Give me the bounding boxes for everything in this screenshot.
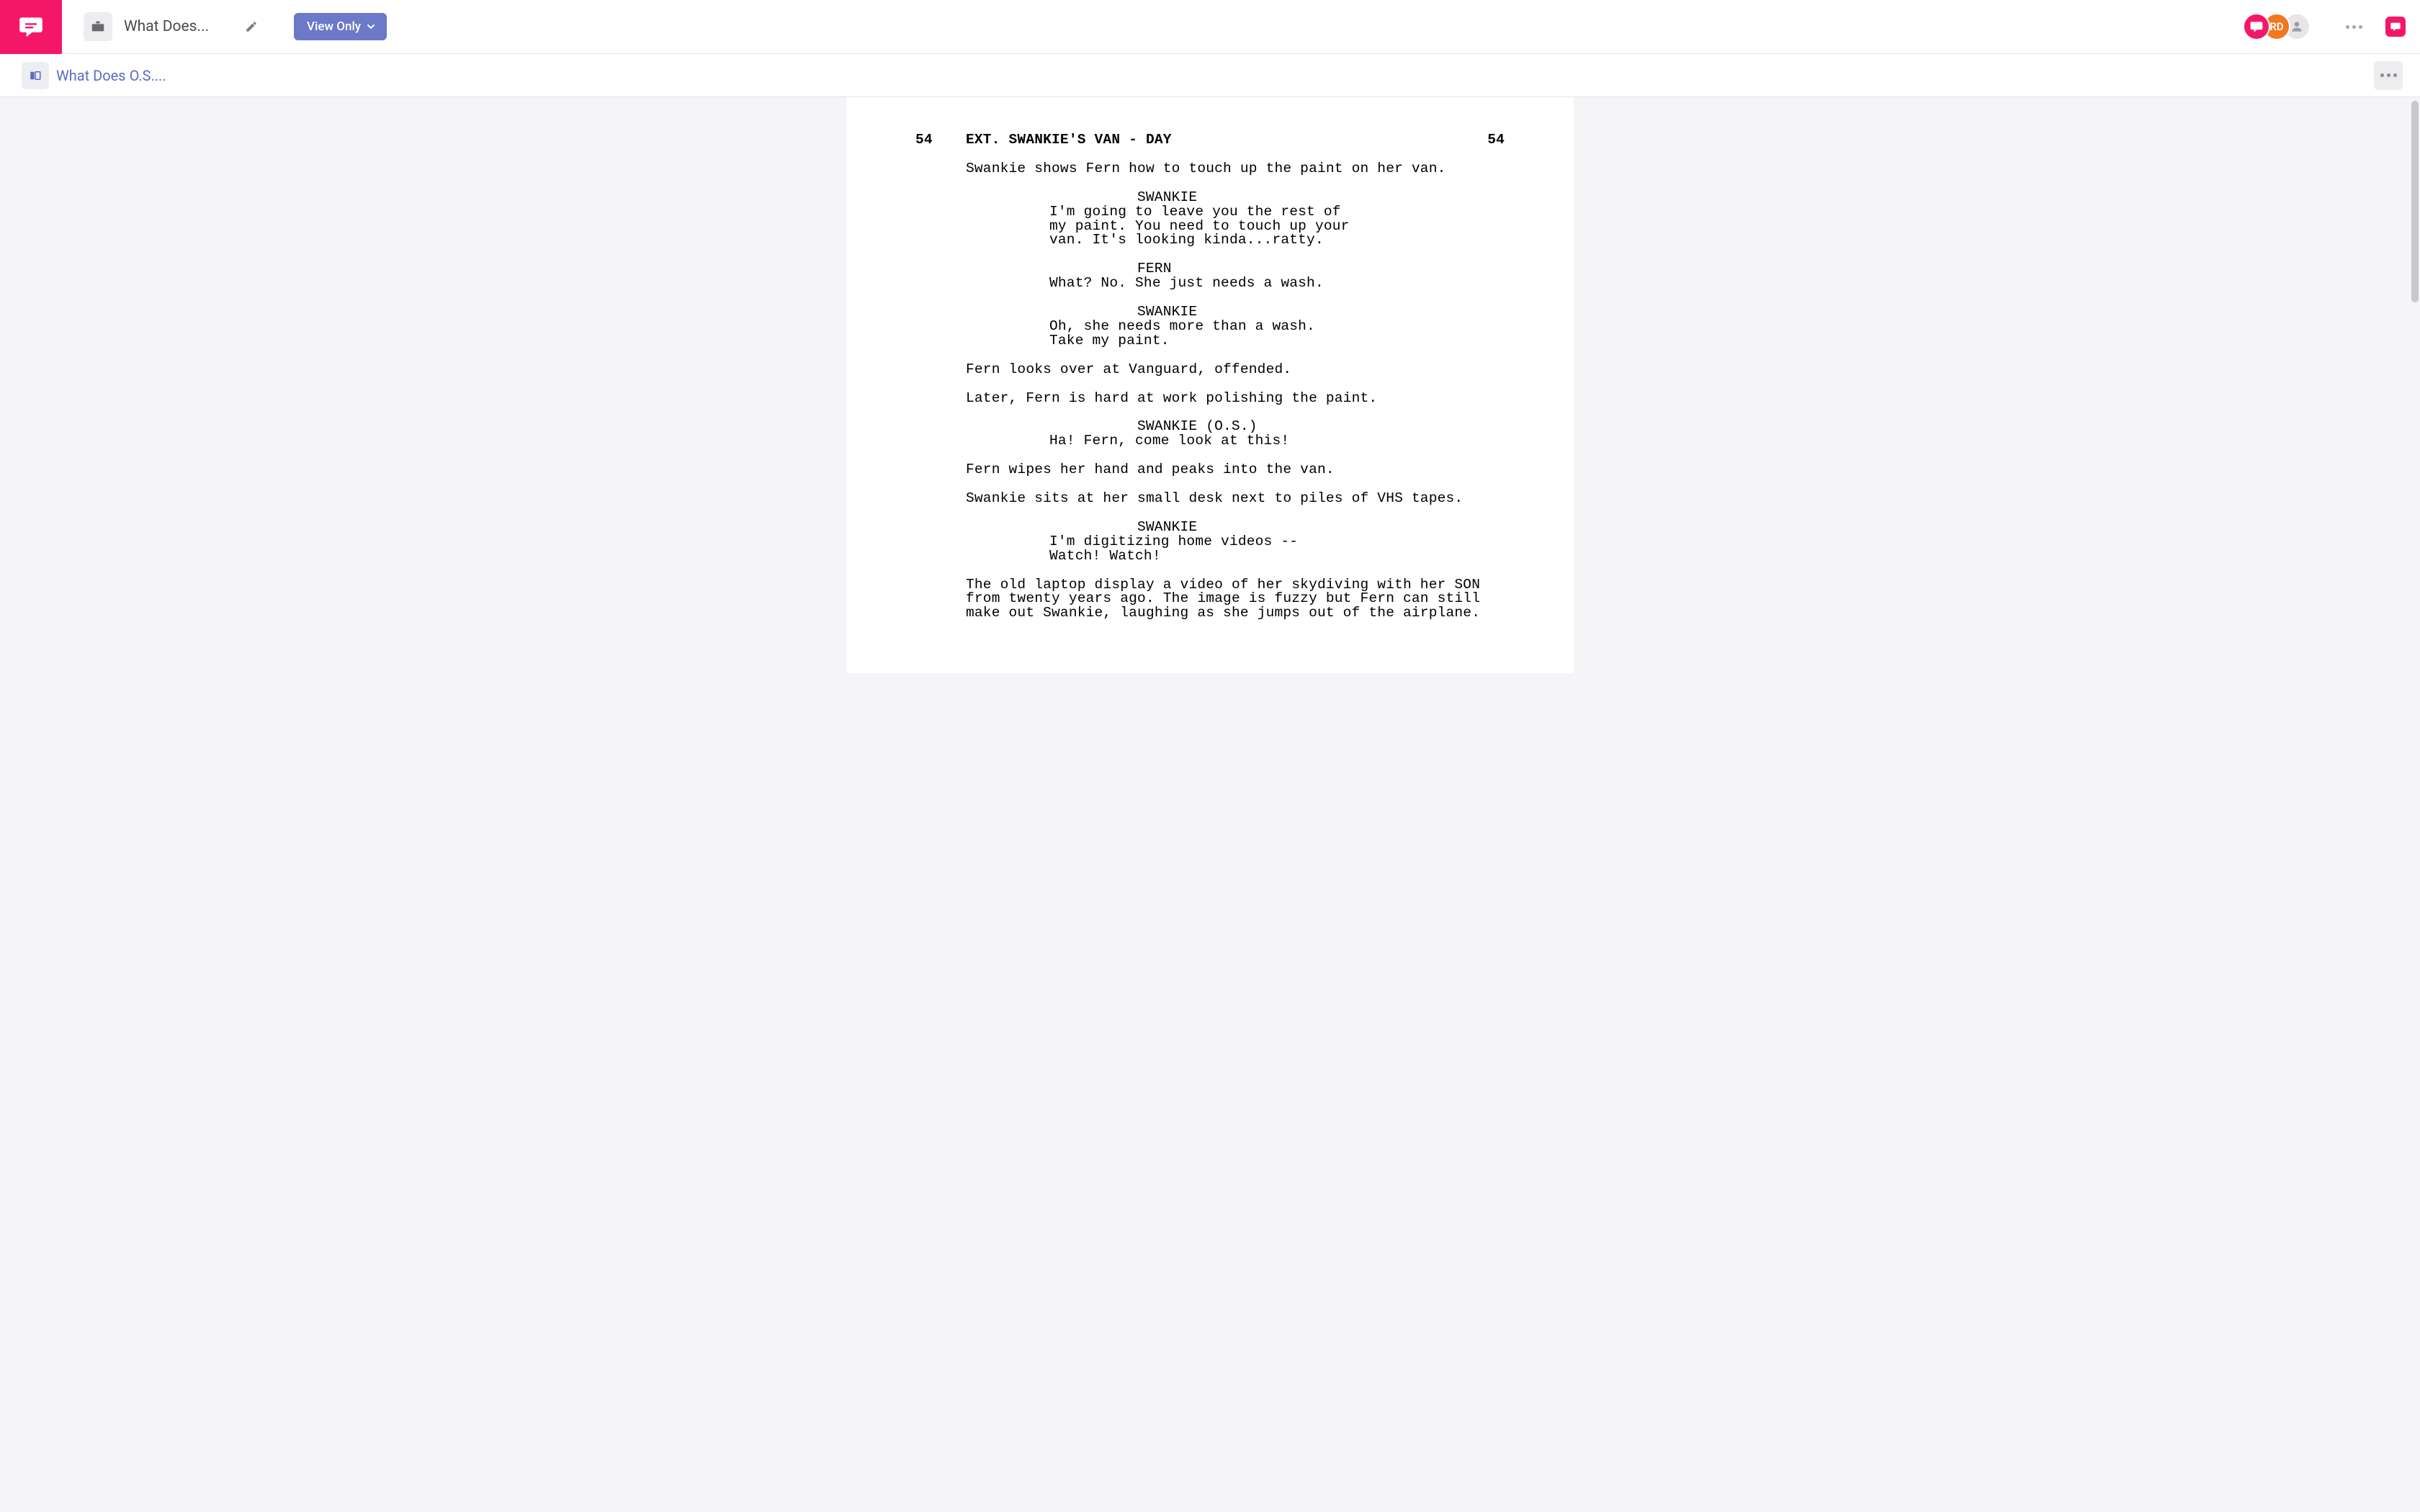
character-cue: SWANKIE xyxy=(1137,521,1505,535)
panel-icon xyxy=(29,69,42,82)
pencil-icon xyxy=(245,20,258,33)
briefcase-icon xyxy=(90,19,106,35)
dot-icon xyxy=(2346,25,2349,29)
chevron-down-icon xyxy=(367,22,375,31)
action-line: Fern looks over at Vanguard, offended. xyxy=(966,363,1505,377)
character-cue: SWANKIE xyxy=(1137,191,1505,205)
tab-bar: What Does O.S.... xyxy=(0,54,2420,97)
avatar-1[interactable] xyxy=(2243,13,2270,40)
action-line: Fern wipes her hand and peaks into the v… xyxy=(966,463,1505,477)
scene-number-right: 54 xyxy=(1469,133,1505,148)
view-mode-label: View Only xyxy=(307,19,361,34)
collaborator-avatars: RD xyxy=(2243,13,2311,40)
action-line: Swankie sits at her small desk next to p… xyxy=(966,492,1505,506)
user-icon xyxy=(2290,19,2304,34)
chat-bubble-icon xyxy=(2390,21,2401,32)
scrollbar-thumb[interactable] xyxy=(2411,101,2419,302)
dialogue-block: What? No. She just needs a wash. xyxy=(1049,276,1389,291)
action-line: Swankie shows Fern how to touch up the p… xyxy=(966,162,1505,176)
dot-icon xyxy=(2352,25,2356,29)
projects-button[interactable] xyxy=(84,12,112,41)
dot-icon xyxy=(2393,73,2397,77)
chat-icon xyxy=(2249,19,2264,34)
top-toolbar: What Does... View Only RD xyxy=(0,0,2420,54)
scene-number-left: 54 xyxy=(915,133,951,148)
dot-icon xyxy=(2359,25,2362,29)
dialogue-block: Oh, she needs more than a wash. Take my … xyxy=(1049,320,1389,348)
dialogue-block: I'm digitizing home videos -- Watch! Wat… xyxy=(1049,535,1389,564)
app-logo[interactable] xyxy=(0,0,62,54)
character-cue: SWANKIE xyxy=(1137,305,1505,320)
chat-logo-icon xyxy=(17,13,45,40)
more-menu-button[interactable] xyxy=(2339,12,2368,41)
dot-icon xyxy=(2380,73,2384,77)
dialogue-block: Ha! Fern, come look at this! xyxy=(1049,434,1389,449)
document-viewport: 54 EXT. SWANKIE'S VAN - DAY 54 Swankie s… xyxy=(0,97,2420,673)
dot-icon xyxy=(2387,73,2390,77)
dialogue-block: I'm going to leave you the rest of my pa… xyxy=(1049,205,1389,248)
tab-icon-button[interactable] xyxy=(22,62,49,89)
tab-label[interactable]: What Does O.S.... xyxy=(56,67,166,84)
feedback-button[interactable] xyxy=(2385,17,2406,37)
action-line: The old laptop display a video of her sk… xyxy=(966,578,1505,621)
action-line: Later, Fern is hard at work polishing th… xyxy=(966,392,1505,406)
scene-heading: EXT. SWANKIE'S VAN - DAY xyxy=(951,133,1469,148)
edit-title-button[interactable] xyxy=(243,19,259,35)
script-page: 54 EXT. SWANKIE'S VAN - DAY 54 Swankie s… xyxy=(846,97,1574,673)
scene-heading-row: 54 EXT. SWANKIE'S VAN - DAY 54 xyxy=(915,133,1505,148)
view-mode-button[interactable]: View Only xyxy=(294,13,387,40)
document-title[interactable]: What Does... xyxy=(124,18,209,35)
tab-more-button[interactable] xyxy=(2374,61,2403,90)
